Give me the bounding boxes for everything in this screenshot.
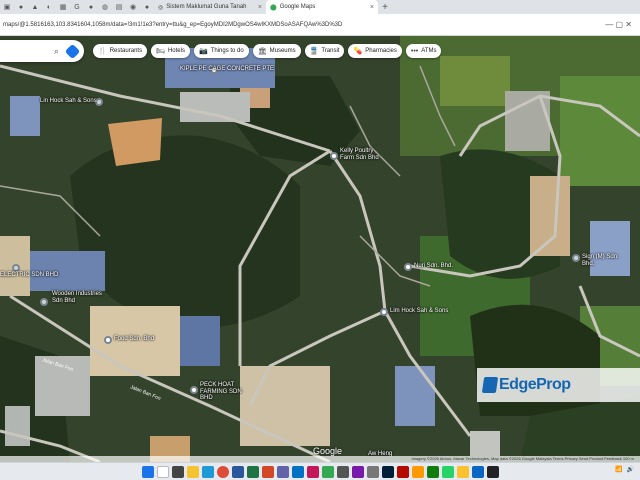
place-pin-icon[interactable]: [40, 298, 48, 306]
browser-tab-strip: ▣ ● ▲ ◐ ▦ G ● ◍ ▤ ◉ ● ◎ Sistem Maklumat …: [0, 0, 640, 14]
tab-google-maps[interactable]: ⬤ Google Maps ×: [266, 0, 378, 14]
search-icon[interactable]: [156, 465, 169, 478]
acrobat-icon[interactable]: [396, 465, 409, 478]
place-label[interactable]: Nuri Sdn. Bhd.: [414, 263, 453, 270]
notes-icon[interactable]: [456, 465, 469, 478]
edge-icon[interactable]: [201, 465, 214, 478]
place-pin-icon[interactable]: [404, 263, 412, 271]
place-label[interactable]: Wooden Industries Sdn Bhd: [52, 291, 106, 304]
globe-icon: ◎: [158, 4, 164, 11]
chip-restaurants[interactable]: 🍴 Restaurants: [93, 44, 148, 58]
place-label[interactable]: Food Sdn. Bhd: [114, 336, 154, 343]
tab-favicon-icon[interactable]: ◐: [42, 0, 56, 14]
tab-favicon-icon[interactable]: ▤: [112, 0, 126, 14]
wifi-icon[interactable]: 📶: [615, 466, 622, 473]
illustrator-icon[interactable]: [411, 465, 424, 478]
place-label[interactable]: ELECTRIC SDN BHD: [0, 272, 58, 279]
museum-icon: 🏛: [257, 48, 267, 55]
taskbar: 📶 🔊: [0, 462, 640, 480]
tab-favicon-icon[interactable]: ▲: [28, 0, 42, 14]
edgeprop-logo-icon: [481, 377, 499, 393]
chip-atms[interactable]: ••• ATMs: [405, 44, 442, 58]
window-controls-icon[interactable]: — ▢ ✕: [605, 20, 632, 29]
excel-icon[interactable]: [246, 465, 259, 478]
chip-things-to-do[interactable]: 📷 Things to do: [193, 44, 249, 58]
tab-favicon-icon[interactable]: ▦: [56, 0, 70, 14]
maps-icon[interactable]: [321, 465, 334, 478]
tab-favicon-icon[interactable]: ▣: [0, 0, 14, 14]
teams-icon[interactable]: [276, 465, 289, 478]
store-icon[interactable]: [471, 465, 484, 478]
place-label[interactable]: Sign (M) Sdn. Bhd.: [582, 254, 632, 267]
place-pin-icon[interactable]: [12, 264, 20, 272]
place-pin-icon[interactable]: [104, 336, 112, 344]
place-label[interactable]: Lin Hock Sah & Sons: [40, 98, 97, 105]
tab-favicon-icon[interactable]: G: [70, 0, 84, 14]
photoshop-icon[interactable]: [381, 465, 394, 478]
tab-favicon-icon[interactable]: ◉: [126, 0, 140, 14]
camera-icon: 📷: [198, 48, 208, 55]
google-logo: Google: [313, 446, 343, 456]
chip-pharmacies[interactable]: 💊 Pharmacies: [348, 44, 402, 58]
fork-knife-icon: 🍴: [98, 48, 107, 55]
files-icon[interactable]: [186, 465, 199, 478]
place-label[interactable]: Kelly Poultry Farm Sdn Bhd: [340, 148, 386, 161]
place-pin-icon[interactable]: [190, 386, 198, 394]
bed-icon: 🛏: [156, 48, 165, 55]
address-bar[interactable]: maps/@1.5816163,103.8341604,1058m/data=!…: [0, 14, 640, 36]
train-icon: 🚆: [309, 48, 319, 55]
tab-favicon-icon[interactable]: ●: [84, 0, 98, 14]
chip-hotels[interactable]: 🛏 Hotels: [151, 44, 190, 58]
place-label[interactable]: PECK HOAT FARMING SDN BHD: [200, 382, 246, 402]
powerpoint-icon[interactable]: [261, 465, 274, 478]
xbox-icon[interactable]: [426, 465, 439, 478]
new-tab-button[interactable]: +: [378, 0, 392, 14]
tab-favicon-icon[interactable]: ●: [14, 0, 28, 14]
chrome-icon[interactable]: [216, 465, 229, 478]
tab-sistem-maklumat[interactable]: ◎ Sistem Maklumat Guna Tanah ×: [154, 0, 266, 14]
maps-pin-icon: ⬤: [270, 4, 277, 11]
place-pin-icon[interactable]: [330, 152, 338, 160]
task-view-icon[interactable]: [171, 465, 184, 478]
search-box[interactable]: ⌕: [0, 40, 84, 62]
terminal-icon[interactable]: [486, 465, 499, 478]
place-label[interactable]: KIPLE PE CAGE CONCRETE PTE: [180, 66, 274, 73]
url-text[interactable]: maps/@1.5816163,103.8341604,1058m/data=!…: [0, 22, 342, 28]
place-label[interactable]: Lim Hock Sah & Sons: [390, 308, 448, 315]
tab-favicon-icon[interactable]: ●: [140, 0, 154, 14]
tab-favicon-icon[interactable]: ◍: [98, 0, 112, 14]
calculator-icon[interactable]: [336, 465, 349, 478]
settings-icon[interactable]: [366, 465, 379, 478]
word-icon[interactable]: [231, 465, 244, 478]
chip-transit[interactable]: 🚆 Transit: [304, 44, 345, 58]
search-icon[interactable]: ⌕: [54, 46, 59, 57]
pharmacy-icon: 💊: [353, 48, 363, 55]
edgeprop-watermark: EdgeProp: [477, 368, 640, 402]
chip-museums[interactable]: 🏛 Museums: [252, 44, 301, 58]
close-icon[interactable]: ×: [258, 4, 262, 11]
directions-icon[interactable]: [64, 43, 81, 59]
place-pin-icon[interactable]: [380, 308, 388, 316]
category-chips: 🍴 Restaurants 🛏 Hotels 📷 Things to do 🏛 Muse…: [93, 44, 442, 58]
onenote-icon[interactable]: [351, 465, 364, 478]
atm-icon: •••: [410, 47, 419, 55]
place-pin-icon[interactable]: [572, 254, 580, 262]
photos-icon[interactable]: [306, 465, 319, 478]
start-icon[interactable]: [141, 465, 154, 478]
system-tray[interactable]: 📶 🔊: [615, 466, 634, 473]
close-icon[interactable]: ×: [370, 4, 374, 11]
volume-icon[interactable]: 🔊: [627, 466, 634, 473]
outlook-icon[interactable]: [291, 465, 304, 478]
whatsapp-icon[interactable]: [441, 465, 454, 478]
